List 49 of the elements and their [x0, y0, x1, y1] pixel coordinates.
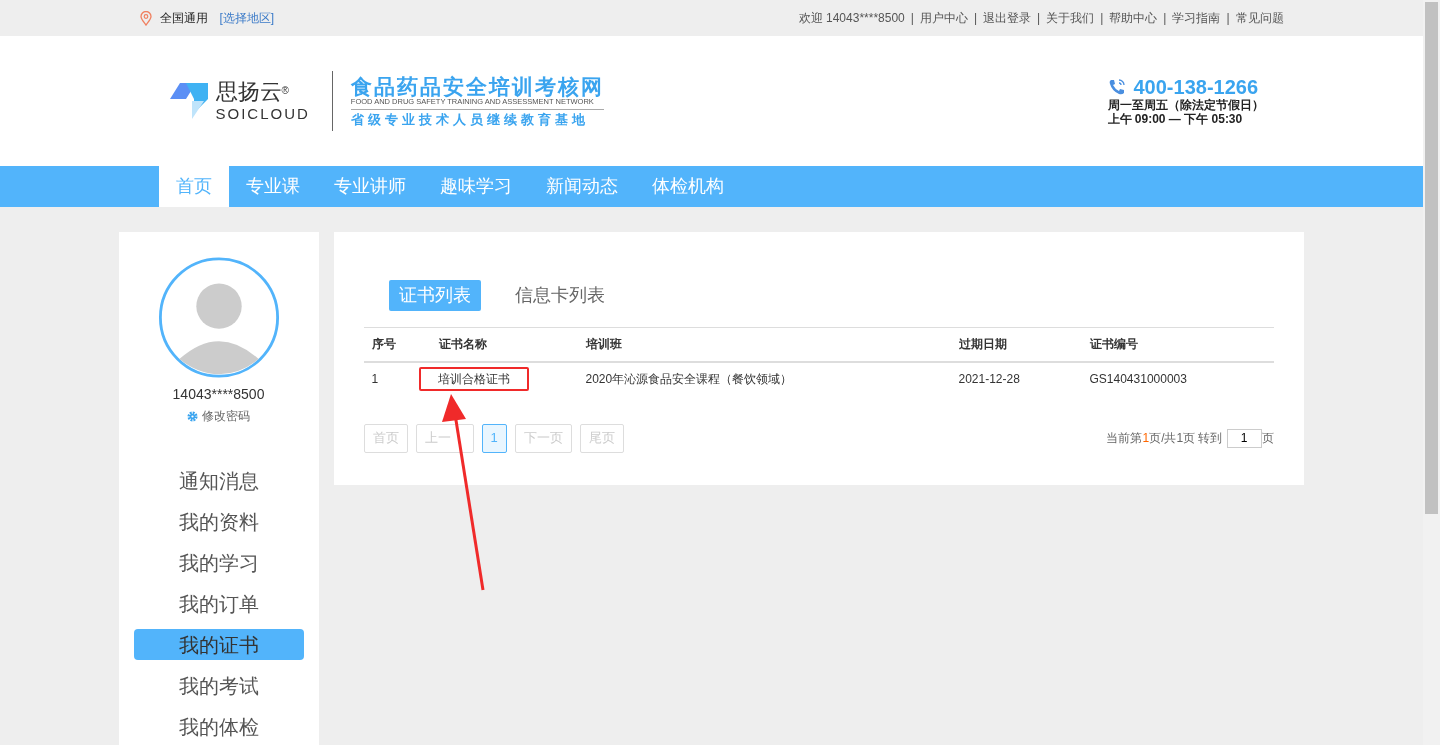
separator: |	[1163, 10, 1167, 27]
site-slogan: 省级专业技术人员继续教育基地	[350, 112, 590, 127]
table-cell: 2020年沁源食品安全课程（餐饮领域）	[577, 361, 951, 396]
column-header: 序号	[363, 327, 431, 362]
tab[interactable]: 信息卡列表	[504, 280, 615, 311]
top-link[interactable]: 用户中心	[919, 9, 968, 27]
column-header: 过期日期	[950, 327, 1082, 362]
brand-english-name: SOICLOUD	[215, 106, 310, 121]
table-cell: GS140431000003	[1081, 361, 1274, 396]
location-pin-icon	[139, 10, 152, 26]
separator: |	[910, 10, 914, 27]
sidebar-item[interactable]: 我的订单	[133, 588, 304, 619]
gear-icon	[187, 410, 198, 422]
table-cell: 2021-12-28	[950, 361, 1082, 396]
service-days: 周一至周五（除法定节假日）	[1107, 98, 1264, 113]
highlighted-cell: 培训合格证书	[418, 367, 529, 391]
sidebar-item[interactable]: 我的资料	[133, 506, 304, 537]
top-link[interactable]: 学习指南	[1172, 9, 1221, 27]
service-hours: 上午 09:00 — 下午 05:30	[1107, 112, 1244, 127]
select-region-link[interactable]: [选择地区]	[219, 9, 275, 27]
brand-name: 思扬云	[215, 79, 282, 104]
top-link[interactable]: 关于我们	[1046, 9, 1095, 27]
column-header: 培训班	[577, 327, 951, 362]
top-link[interactable]: 常见问题	[1235, 9, 1284, 27]
separator: |	[1037, 10, 1041, 27]
registered-mark: ®	[281, 85, 289, 96]
separator: |	[1226, 10, 1230, 27]
top-link[interactable]: 帮助中心	[1109, 9, 1158, 27]
column-header: 证书编号	[1081, 327, 1274, 362]
phone-icon	[1107, 78, 1126, 97]
column-header: 证书名称	[430, 327, 578, 362]
username: 14043****8500	[172, 385, 265, 404]
phone-number: 400-138-1266	[1133, 75, 1259, 98]
sidebar-item[interactable]: 我的体检	[133, 711, 304, 742]
separator: |	[1100, 10, 1104, 27]
separator: |	[973, 10, 977, 27]
welcome-text: 欢迎 14043****8500	[798, 10, 905, 27]
logo-icon	[169, 83, 208, 119]
sidebar-item[interactable]: 我的考试	[133, 670, 304, 701]
sidebar-item[interactable]: 我的证书	[133, 629, 304, 660]
change-password-link[interactable]: 修改密码	[187, 407, 250, 425]
top-link[interactable]: 退出登录	[983, 9, 1031, 27]
page-info: 当前第1页/共1页 转到	[1106, 430, 1223, 447]
sidebar-item[interactable]: 我的学习	[133, 547, 304, 578]
page-input[interactable]: 1	[1226, 428, 1262, 448]
region-label: 全国通用	[159, 10, 208, 27]
sidebar-item[interactable]: 通知消息	[133, 465, 304, 496]
site-title: 食品药品安全培训考核网	[350, 75, 604, 99]
page-suffix: 页	[1261, 430, 1274, 447]
